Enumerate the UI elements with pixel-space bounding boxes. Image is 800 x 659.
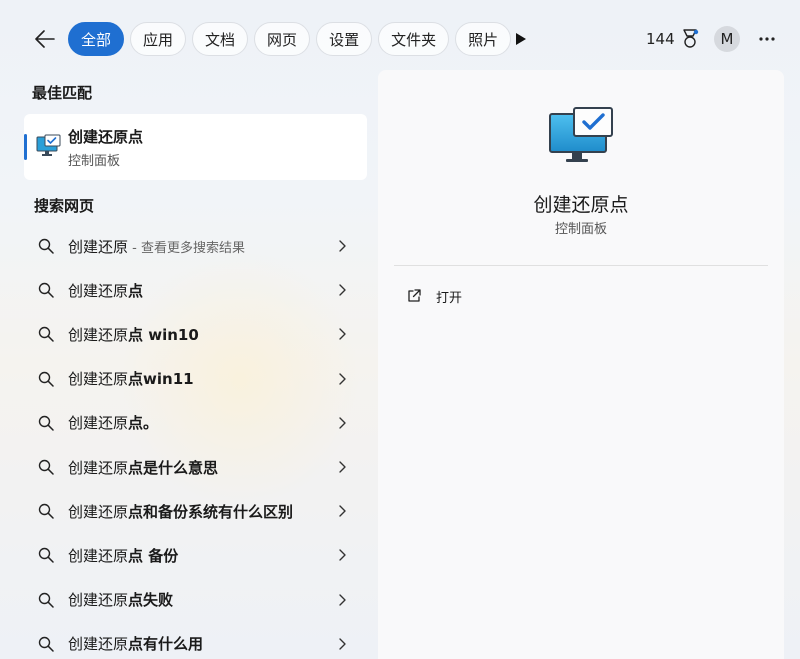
result-text: 创建还原点 备份 xyxy=(68,545,178,566)
search-header: 全部 应用 文档 网页 设置 文件夹 照片 144 M xyxy=(0,0,800,70)
result-query: 创建还原 xyxy=(68,414,129,433)
result-query: 创建还原 xyxy=(68,591,129,610)
web-search-result-item[interactable]: 创建还原点是什么意思 xyxy=(24,445,367,489)
search-icon xyxy=(38,548,54,564)
chevron-right-icon xyxy=(339,637,346,650)
more-options-button[interactable] xyxy=(756,28,778,50)
filter-tabs: 全部 应用 文档 网页 设置 文件夹 照片 xyxy=(68,22,512,56)
arrow-left-icon xyxy=(35,30,55,48)
result-query: 创建还原 xyxy=(68,502,129,521)
best-match-title: 创建还原点 xyxy=(68,128,144,146)
search-icon xyxy=(38,503,54,519)
search-icon xyxy=(38,459,54,475)
play-icon xyxy=(516,33,526,45)
search-icon xyxy=(38,592,54,608)
result-completion: 点失败 xyxy=(128,591,174,610)
tab-documents[interactable]: 文档 xyxy=(192,22,249,56)
result-completion: 点有什么用 xyxy=(128,635,204,654)
search-icon xyxy=(38,636,54,652)
web-search-result-item[interactable]: 创建还原点。 xyxy=(24,401,367,445)
back-button[interactable] xyxy=(32,26,58,52)
user-avatar[interactable]: M xyxy=(714,26,740,52)
web-search-result-item[interactable]: 创建还原点 xyxy=(24,268,367,312)
web-search-result-item[interactable]: 创建还原点和备份系统有什么区别 xyxy=(24,489,367,533)
tab-all[interactable]: 全部 xyxy=(68,22,125,56)
web-search-result-item[interactable]: 创建还原点 win10 xyxy=(24,312,367,356)
result-query: 创建还原 xyxy=(68,281,129,300)
web-search-result-item[interactable]: 创建还原点失败 xyxy=(24,578,367,622)
open-action-label: 打开 xyxy=(436,290,463,306)
tab-settings[interactable]: 设置 xyxy=(316,22,373,56)
result-text: 创建还原点 xyxy=(68,280,143,301)
search-icon xyxy=(38,282,54,298)
web-search-result-item[interactable]: 创建还原 - 查看更多搜索结果 xyxy=(24,224,367,268)
more-filters-button[interactable] xyxy=(510,28,532,50)
detail-title: 创建还原点 xyxy=(533,194,629,216)
tab-folders[interactable]: 文件夹 xyxy=(378,22,450,56)
web-search-result-item[interactable]: 创建还原点 备份 xyxy=(24,533,367,577)
result-query: 创建还原 xyxy=(68,546,129,565)
result-text: 创建还原点是什么意思 xyxy=(68,457,218,478)
result-completion: 点 xyxy=(128,281,144,300)
best-match-result[interactable]: 创建还原点 控制面板 xyxy=(24,114,367,180)
chevron-right-icon xyxy=(339,284,346,296)
result-completion: 点win11 xyxy=(128,370,194,389)
rewards-medal-icon xyxy=(682,29,698,48)
result-text: 创建还原 - 查看更多搜索结果 xyxy=(68,236,245,257)
result-text: 创建还原点有什么用 xyxy=(68,633,203,654)
result-completion: 点 win10 xyxy=(128,325,199,344)
result-hint: - 查看更多搜索结果 xyxy=(128,240,245,256)
chevron-right-icon xyxy=(339,593,346,606)
ellipsis-icon xyxy=(759,37,775,41)
result-text: 创建还原点 win10 xyxy=(68,324,199,345)
result-completion: 点 备份 xyxy=(128,546,179,565)
detail-subtitle: 控制面板 xyxy=(554,222,607,237)
result-query: 创建还原 xyxy=(68,237,129,256)
tab-web[interactable]: 网页 xyxy=(254,22,311,56)
result-text: 创建还原点和备份系统有什么区别 xyxy=(68,501,293,522)
selection-indicator xyxy=(24,134,27,160)
chevron-right-icon xyxy=(339,417,346,429)
web-search-result-item[interactable]: 创建还原点win11 xyxy=(24,357,367,401)
tab-apps[interactable]: 应用 xyxy=(130,22,187,56)
search-icon xyxy=(38,415,54,431)
result-completion: 点。 xyxy=(128,414,159,433)
web-search-result-item[interactable]: 创建还原点有什么用 xyxy=(24,622,367,659)
search-icon xyxy=(38,327,54,343)
rewards-points[interactable]: 144 xyxy=(646,28,699,50)
result-text: 创建还原点。 xyxy=(68,412,158,433)
chevron-right-icon xyxy=(339,505,346,517)
search-icon xyxy=(38,238,54,254)
open-action[interactable]: 打开 xyxy=(398,282,598,310)
detail-pane: 创建还原点 控制面板 打开 xyxy=(378,70,784,659)
web-search-results: 创建还原 - 查看更多搜索结果 创建还原点 创建还原点 win10 创建还原点win1… xyxy=(24,224,367,659)
detail-divider xyxy=(394,265,768,266)
result-query: 创建还原 xyxy=(68,370,129,389)
result-completion: 点是什么意思 xyxy=(128,458,219,477)
open-external-icon xyxy=(408,289,421,302)
result-query: 创建还原 xyxy=(68,458,129,477)
tab-photos[interactable]: 照片 xyxy=(455,22,512,56)
result-query: 创建还原 xyxy=(68,325,129,344)
chevron-right-icon xyxy=(339,240,346,252)
chevron-right-icon xyxy=(339,328,346,341)
result-completion: 点和备份系统有什么区别 xyxy=(128,502,294,521)
search-icon xyxy=(38,371,54,387)
points-value: 144 xyxy=(646,30,675,48)
result-query: 创建还原 xyxy=(68,635,129,654)
system-restore-icon xyxy=(36,134,61,156)
best-match-heading: 最佳匹配 xyxy=(32,84,93,102)
result-text: 创建还原点win11 xyxy=(68,368,194,389)
web-search-heading: 搜索网页 xyxy=(34,197,95,215)
chevron-right-icon xyxy=(339,461,346,473)
chevron-right-icon xyxy=(339,549,346,562)
system-restore-icon-large xyxy=(549,107,613,162)
best-match-subtitle: 控制面板 xyxy=(68,154,121,169)
result-text: 创建还原点失败 xyxy=(68,589,173,610)
chevron-right-icon xyxy=(339,372,346,385)
